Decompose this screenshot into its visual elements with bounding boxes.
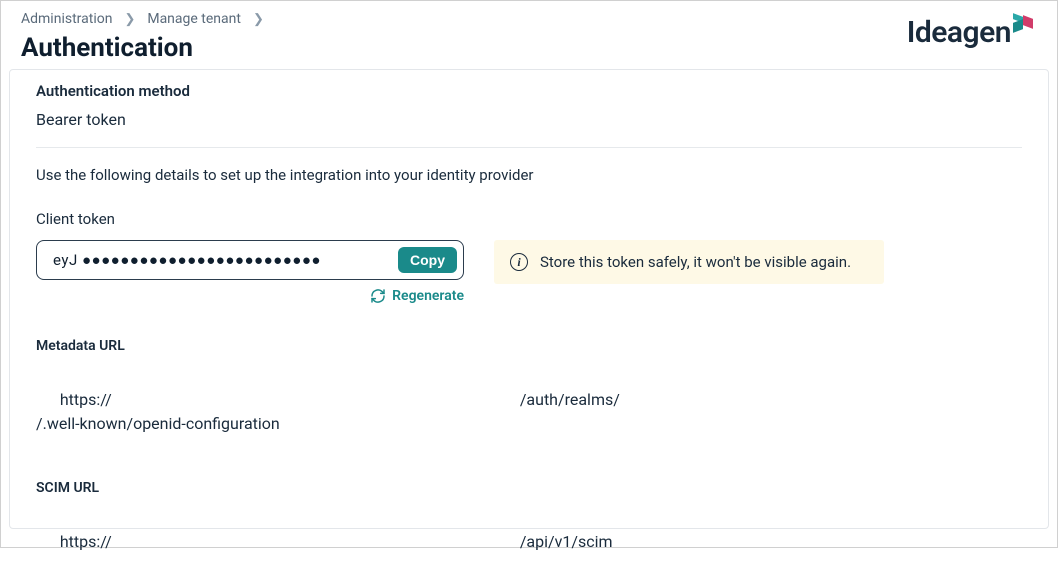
client-token-value[interactable]: eyJ ●●●●●●●●●●●●●●●●●●●●●●●●● — [53, 251, 398, 269]
breadcrumb-item-manage-tenant[interactable]: Manage tenant — [147, 11, 241, 27]
integration-helper-text: Use the following details to set up the … — [36, 166, 1022, 184]
metadata-url-label: Metadata URL — [36, 338, 1022, 354]
regenerate-button[interactable]: Regenerate — [36, 288, 464, 304]
breadcrumb: Administration ❯ Manage tenant ❯ — [21, 11, 1037, 27]
auth-method-label: Authentication method — [36, 82, 1022, 100]
brand-mark-icon — [1013, 13, 1033, 33]
page-title: Authentication — [21, 33, 1037, 63]
chevron-right-icon: ❯ — [253, 12, 264, 27]
metadata-url-value[interactable]: https:///auth/realms//.well-known/openid… — [36, 364, 1022, 460]
regenerate-label: Regenerate — [392, 288, 464, 304]
client-token-row: eyJ ●●●●●●●●●●●●●●●●●●●●●●●●● Copy Regen… — [36, 240, 1022, 304]
token-safety-notice: i Store this token safely, it won't be v… — [494, 240, 884, 284]
client-token-label: Client token — [36, 210, 1022, 228]
page-header: Administration ❯ Manage tenant ❯ Authent… — [1, 1, 1057, 63]
auth-method-value: Bearer token — [36, 110, 1022, 129]
copy-button[interactable]: Copy — [398, 247, 457, 273]
client-token-field: eyJ ●●●●●●●●●●●●●●●●●●●●●●●●● Copy — [36, 240, 464, 280]
divider — [36, 147, 1022, 148]
brand-name: Ideagen — [907, 15, 1011, 50]
scim-url-block: SCIM URL https:///api/v1/scim — [36, 480, 1022, 578]
notice-text: Store this token safely, it won't be vis… — [540, 253, 851, 271]
chevron-right-icon: ❯ — [124, 12, 135, 27]
breadcrumb-item-administration[interactable]: Administration — [21, 11, 112, 27]
content-card: Authentication method Bearer token Use t… — [9, 69, 1049, 529]
refresh-icon — [370, 288, 386, 304]
metadata-url-block: Metadata URL https:///auth/realms//.well… — [36, 338, 1022, 460]
scim-url-label: SCIM URL — [36, 480, 1022, 496]
scim-url-value[interactable]: https:///api/v1/scim — [36, 506, 1022, 578]
brand-logo: Ideagen — [907, 15, 1033, 50]
info-icon: i — [510, 253, 528, 271]
